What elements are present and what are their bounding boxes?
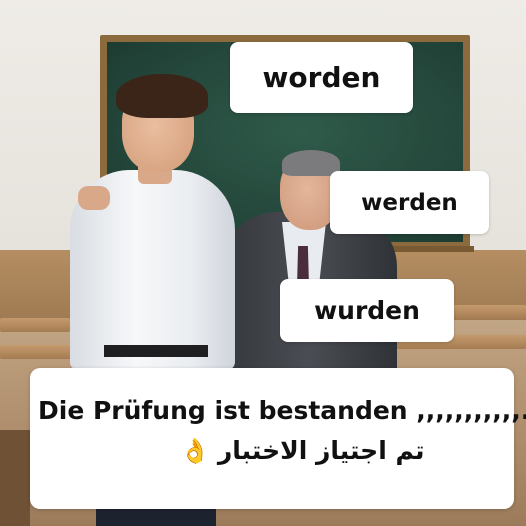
ok-hand-icon: 👌: [180, 436, 210, 465]
desk-left-mid: [0, 345, 80, 359]
desk-left-back: [0, 318, 70, 332]
choice-worden-button[interactable]: worden: [230, 42, 413, 113]
arabic-sentence: تم اجتياز الاختبار: [217, 436, 425, 465]
teacher-hair: [282, 150, 340, 176]
student-hair: [116, 74, 208, 118]
desk-left-front: [0, 430, 30, 526]
student-belt: [104, 345, 208, 357]
arabic-translation-row: 👌 تم اجتياز الاختبار: [180, 436, 440, 465]
choice-wurden-button[interactable]: wurden: [280, 279, 454, 342]
choice-werden-button[interactable]: werden: [330, 171, 489, 234]
question-box: Die Prüfung ist bestanden ,,,,,,,,,,,. 👌…: [30, 368, 526, 509]
german-sentence: Die Prüfung ist bestanden ,,,,,,,,,,,.: [38, 396, 526, 425]
teacher-hand-on-shoulder: [78, 186, 110, 210]
